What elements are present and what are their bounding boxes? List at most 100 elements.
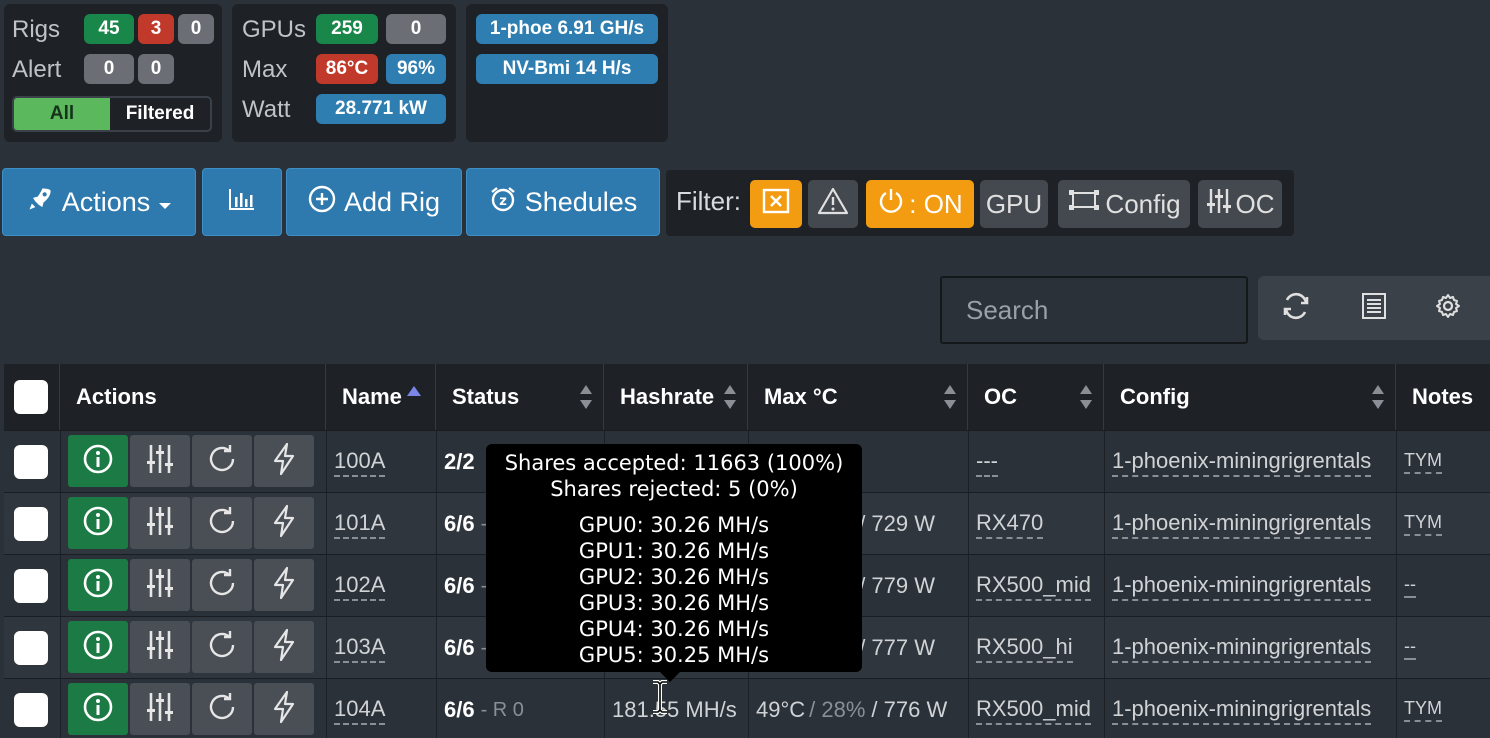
stats-chart-button[interactable]: [202, 168, 282, 236]
rig-power-button[interactable]: [254, 559, 314, 611]
filter-power-button[interactable]: : ON: [866, 180, 974, 228]
rig-notes[interactable]: --: [1404, 555, 1416, 617]
rig-notes[interactable]: --: [1404, 617, 1416, 679]
rig-config[interactable]: 1-phoenix-miningrigrentals: [1112, 431, 1372, 493]
rig-name[interactable]: 104A: [334, 679, 386, 738]
filter-oc-button[interactable]: OC: [1198, 180, 1282, 228]
rig-config-link[interactable]: 1-phoenix-miningrigrentals: [1112, 510, 1372, 539]
row-checkbox[interactable]: [14, 693, 48, 727]
header-config[interactable]: Config: [1104, 364, 1396, 430]
rig-name[interactable]: 101A: [334, 493, 386, 555]
rig-oc-button[interactable]: [130, 559, 190, 611]
rig-oc-link[interactable]: RX500_mid: [976, 572, 1091, 601]
rig-hashrate[interactable]: 181.55 MH/s: [612, 679, 737, 738]
rig-reboot-button[interactable]: [192, 621, 252, 673]
rig-oc-button[interactable]: [130, 435, 190, 487]
rig-oc-button[interactable]: [130, 497, 190, 549]
filter-gpu-button[interactable]: GPU: [980, 180, 1048, 228]
header-hashrate[interactable]: Hashrate: [604, 364, 748, 430]
row-checkbox[interactable]: [14, 445, 48, 479]
rig-info-button[interactable]: [68, 621, 128, 673]
rig-oc[interactable]: RX470: [976, 493, 1044, 555]
rig-power-button[interactable]: [254, 683, 314, 735]
rigs-ok-badge[interactable]: 45: [84, 14, 134, 44]
toggle-filtered-button[interactable]: Filtered: [110, 98, 210, 130]
schedules-button[interactable]: z Shedules: [466, 168, 660, 236]
settings-button[interactable]: [1428, 288, 1468, 328]
rig-config[interactable]: 1-phoenix-miningrigrentals: [1112, 555, 1372, 617]
rig-name-link[interactable]: 104A: [334, 696, 386, 725]
add-rig-button[interactable]: Add Rig: [286, 168, 462, 236]
rig-config-link[interactable]: 1-phoenix-miningrigrentals: [1112, 572, 1372, 601]
toggle-all-button[interactable]: All: [14, 98, 110, 130]
row-checkbox[interactable]: [14, 631, 48, 665]
rig-info-button[interactable]: [68, 559, 128, 611]
rig-name[interactable]: 103A: [334, 617, 386, 679]
rig-config-link[interactable]: 1-phoenix-miningrigrentals: [1112, 696, 1372, 725]
rig-config[interactable]: 1-phoenix-miningrigrentals: [1112, 617, 1372, 679]
rig-name[interactable]: 102A: [334, 555, 386, 617]
rig-info-button[interactable]: [68, 435, 128, 487]
rig-oc[interactable]: ---: [976, 431, 998, 493]
rig-power-button[interactable]: [254, 435, 314, 487]
rig-reboot-button[interactable]: [192, 497, 252, 549]
rig-info-button[interactable]: [68, 683, 128, 735]
rig-reboot-button[interactable]: [192, 435, 252, 487]
refresh-button[interactable]: [1276, 288, 1316, 328]
rig-power-button[interactable]: [254, 497, 314, 549]
alert-b-badge[interactable]: 0: [138, 54, 174, 84]
header-max-temp[interactable]: Max °C: [748, 364, 968, 430]
rig-reboot-button[interactable]: [192, 559, 252, 611]
watt-label: Watt: [242, 96, 291, 123]
select-all-checkbox[interactable]: [14, 380, 48, 414]
close-box-icon: [762, 188, 790, 221]
gpus-off-badge[interactable]: 0: [386, 14, 446, 44]
rig-name-link[interactable]: 100A: [334, 448, 386, 477]
list-view-button[interactable]: [1354, 288, 1394, 328]
rig-notes[interactable]: TYM: [1404, 679, 1442, 738]
rig-oc-button[interactable]: [130, 621, 190, 673]
rigs-bad-badge[interactable]: 3: [138, 14, 174, 44]
rig-notes-link[interactable]: TYM: [1404, 512, 1442, 536]
rig-notes-link[interactable]: TYM: [1404, 450, 1442, 474]
header-name[interactable]: Name: [326, 364, 436, 430]
row-checkbox[interactable]: [14, 569, 48, 603]
rig-notes-link[interactable]: --: [1404, 636, 1416, 660]
rig-name[interactable]: 100A: [334, 431, 386, 493]
search-input[interactable]: Search: [940, 276, 1248, 344]
header-status[interactable]: Status: [436, 364, 604, 430]
header-notes[interactable]: Notes: [1396, 364, 1490, 430]
filter-offline-button[interactable]: [750, 180, 802, 228]
actions-dropdown-button[interactable]: Actions: [2, 168, 196, 236]
rig-notes[interactable]: TYM: [1404, 493, 1442, 555]
rig-oc-link[interactable]: RX500_hi: [976, 634, 1073, 663]
rig-name-link[interactable]: 101A: [334, 510, 386, 539]
rig-power-button[interactable]: [254, 621, 314, 673]
rig-oc[interactable]: RX500_mid: [976, 679, 1091, 738]
rig-oc-link[interactable]: RX470: [976, 510, 1044, 539]
rig-oc-button[interactable]: [130, 683, 190, 735]
rig-reboot-button[interactable]: [192, 683, 252, 735]
rig-config[interactable]: 1-phoenix-miningrigrentals: [1112, 493, 1372, 555]
sliders-icon: [145, 443, 175, 480]
rig-notes-link[interactable]: TYM: [1404, 698, 1442, 722]
rig-name-link[interactable]: 102A: [334, 572, 386, 601]
rig-info-button[interactable]: [68, 497, 128, 549]
alert-a-badge[interactable]: 0: [84, 54, 134, 84]
rig-notes[interactable]: TYM: [1404, 431, 1442, 493]
rig-notes-link[interactable]: --: [1404, 574, 1416, 598]
rig-config[interactable]: 1-phoenix-miningrigrentals: [1112, 679, 1372, 738]
filter-config-button[interactable]: Config: [1058, 180, 1190, 228]
rig-oc[interactable]: RX500_mid: [976, 555, 1091, 617]
rig-config-link[interactable]: 1-phoenix-miningrigrentals: [1112, 448, 1372, 477]
row-checkbox[interactable]: [14, 507, 48, 541]
rig-name-link[interactable]: 103A: [334, 634, 386, 663]
filter-warning-button[interactable]: [808, 180, 858, 228]
rig-oc[interactable]: RX500_hi: [976, 617, 1073, 679]
gpus-ok-badge[interactable]: 259: [316, 14, 378, 44]
header-oc[interactable]: OC: [968, 364, 1104, 430]
rig-oc-link[interactable]: RX500_mid: [976, 696, 1091, 725]
rig-oc-link[interactable]: ---: [976, 448, 998, 477]
rig-config-link[interactable]: 1-phoenix-miningrigrentals: [1112, 634, 1372, 663]
rigs-off-badge[interactable]: 0: [178, 14, 214, 44]
